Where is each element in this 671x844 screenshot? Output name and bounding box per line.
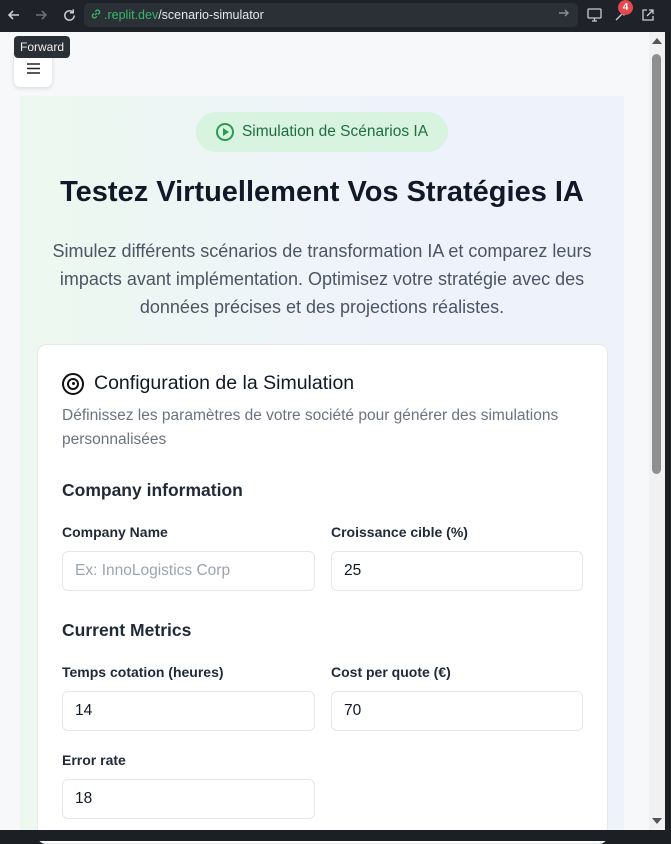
quote-time-input[interactable] [62, 691, 315, 731]
target-icon [62, 372, 84, 395]
company-info-heading: Company information [62, 480, 243, 500]
browser-toolbar: .replit.dev/scenario-simulator 4 [0, 0, 671, 32]
reload-icon[interactable] [58, 4, 80, 26]
notification-badge: 4 [618, 0, 633, 15]
page-scrollbar[interactable] [649, 32, 665, 830]
card-title: Configuration de la Simulation [94, 372, 355, 394]
go-arrow-icon[interactable] [558, 7, 570, 22]
growth-target-input[interactable] [331, 551, 583, 591]
back-arrow-icon[interactable] [3, 4, 25, 26]
open-external-icon[interactable] [638, 5, 658, 25]
current-metrics-heading: Current Metrics [62, 620, 192, 640]
scroll-thumb[interactable] [652, 54, 661, 474]
scroll-up-icon[interactable] [652, 38, 662, 44]
url-domain: .replit.dev [104, 8, 159, 22]
url-path: /scenario-simulator [158, 8, 264, 22]
forward-arrow-icon[interactable] [30, 4, 52, 26]
card-description: Définissez les paramètres de votre socié… [62, 407, 559, 448]
hamburger-icon [26, 59, 40, 79]
simulation-badge-label: Simulation de Scénarios IA [241, 123, 429, 140]
page-title: Testez Virtuellement Vos Stratégies IA [60, 176, 584, 208]
growth-target-label: Croissance cible (%) [331, 524, 468, 540]
forward-tooltip: Forward [14, 36, 71, 58]
card-header: Configuration de la Simulation [62, 372, 354, 395]
company-name-input[interactable] [62, 551, 315, 591]
error-rate-label: Error rate [62, 752, 126, 768]
address-bar[interactable]: .replit.dev/scenario-simulator [84, 3, 578, 27]
cost-per-quote-input[interactable] [331, 691, 583, 731]
monitor-icon[interactable] [584, 5, 604, 25]
simulation-badge: Simulation de Scénarios IA [196, 112, 448, 152]
scroll-down-icon[interactable] [652, 818, 662, 824]
link-icon [90, 8, 102, 23]
page-subtitle: Simulez différents scénarios de transfor… [52, 241, 592, 317]
quote-time-label: Temps cotation (heures) [62, 664, 224, 680]
cost-per-quote-label: Cost per quote (€) [331, 664, 451, 680]
play-circle-icon [215, 123, 234, 141]
window-bottom-edge [0, 830, 671, 841]
company-name-label: Company Name [62, 524, 168, 540]
error-rate-input[interactable] [62, 779, 315, 819]
